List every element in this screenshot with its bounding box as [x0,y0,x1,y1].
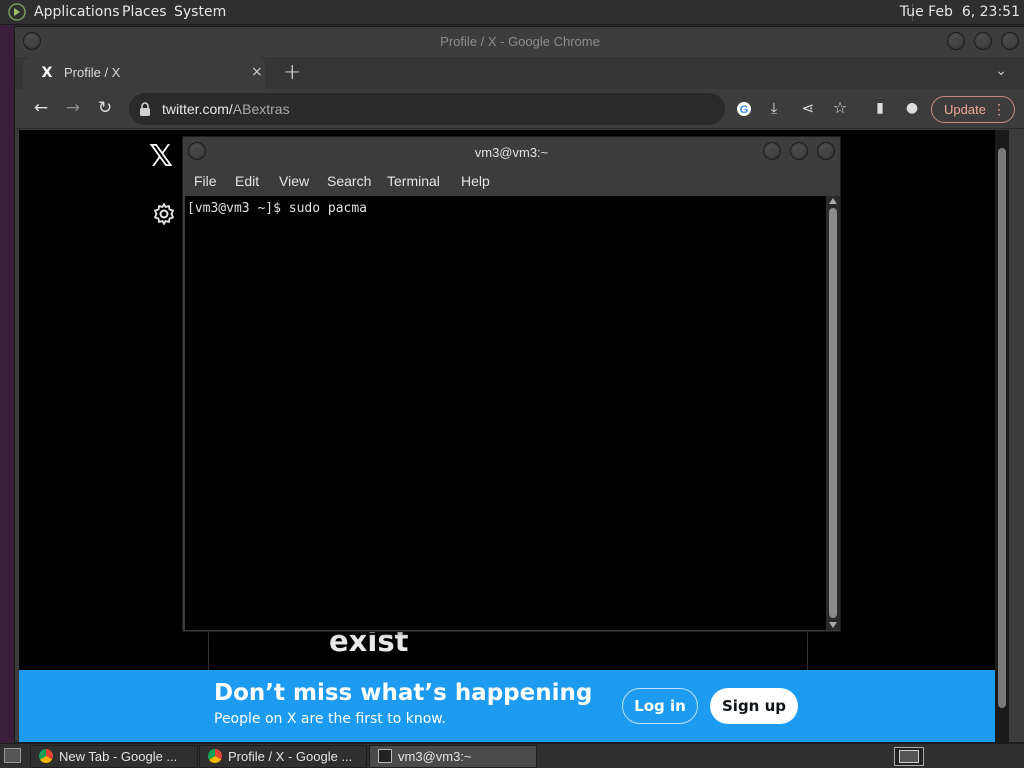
chrome-icon [208,749,222,763]
terminal-window: vm3@vm3:~ File Edit View Search Terminal… [182,136,841,632]
google-lens-icon[interactable]: G [736,101,752,117]
terminal-menu-search[interactable]: Search [327,173,371,189]
taskbar-item-profile-x[interactable]: Profile / X - Google ... [199,745,367,768]
scroll-down-arrow-icon[interactable] [829,622,837,628]
taskbar-item-label: Profile / X - Google ... [228,749,353,764]
terminal-maximize-button[interactable] [790,142,808,160]
banner-subtitle: People on X are the first to know. [214,711,446,727]
tab-search-chevron-icon[interactable]: ⌄ [995,63,1007,79]
terminal-icon [378,749,392,763]
taskbar-item-label: New Tab - Google ... [59,749,178,764]
terminal-menu-terminal[interactable]: Terminal [387,173,440,189]
terminal-scrollbar[interactable] [826,196,840,630]
signup-button[interactable]: Sign up [710,688,798,724]
url-text: twitter.com/ABextras [162,101,290,117]
share-icon[interactable]: ⋖ [797,98,819,118]
maximize-button[interactable] [974,32,992,50]
back-button[interactable]: ← [30,98,52,118]
terminal-menu-file[interactable]: File [194,173,217,189]
distro-logo-icon[interactable] [7,3,27,21]
side-panel-icon[interactable]: ▮ [869,98,891,118]
terminal-menu-edit[interactable]: Edit [235,173,259,189]
new-tab-button[interactable]: + [283,60,301,85]
chrome-icon [39,749,53,763]
terminal-titlebar[interactable]: vm3@vm3:~ [183,137,840,167]
page-scrollbar-thumb[interactable] [998,148,1006,708]
minimize-button[interactable] [947,32,965,50]
terminal-menu-view[interactable]: View [279,173,309,189]
terminal-title: vm3@vm3:~ [474,145,549,160]
workspace-switcher[interactable] [894,747,924,766]
top-panel: Applications Places System Tue Feb 6, 23… [0,0,1024,25]
x-logo[interactable]: 𝕏 [149,139,173,174]
lock-icon[interactable] [139,102,151,116]
terminal-minimize-button[interactable] [763,142,781,160]
show-desktop-icon[interactable] [4,748,21,763]
taskbar-item-new-tab[interactable]: New Tab - Google ... [30,745,198,768]
update-label: Update [944,102,986,117]
workspace-window-preview [899,750,919,763]
taskbar-item-terminal[interactable]: vm3@vm3:~ [369,745,537,768]
address-bar[interactable]: twitter.com/ABextras G [129,93,751,125]
terminal-output[interactable]: [vm3@vm3 ~]$ sudo pacma [185,196,826,630]
tab-close-icon[interactable]: × [251,64,263,80]
terminal-scrollbar-thumb[interactable] [829,208,837,618]
menu-system[interactable]: System [174,4,226,20]
forward-button[interactable]: → [62,98,84,118]
tab-profile-x[interactable]: X Profile / X × [23,57,265,89]
banner-title: Don’t miss what’s happening [214,680,593,706]
bookmark-star-icon[interactable]: ☆ [829,98,851,118]
chrome-titlebar[interactable]: Profile / X - Google Chrome [15,27,1024,57]
timeline-column [208,630,808,670]
install-app-icon[interactable]: ⤓ [763,98,785,118]
terminal-menu-help[interactable]: Help [461,173,490,189]
profile-avatar-icon[interactable]: ● [901,98,923,118]
svg-text:G: G [740,104,749,116]
update-button[interactable]: Update ⋮ [931,96,1015,123]
scroll-up-arrow-icon[interactable] [829,198,837,204]
tab-title: Profile / X [64,65,121,80]
tab-strip: X Profile / X × + ⌄ [15,57,1024,89]
browser-toolbar: ← → ↻ twitter.com/ABextras G ⤓ ⋖ ☆ ▮ ● U… [15,89,1024,129]
clock[interactable]: Tue Feb 6, 23:51 [900,4,1020,20]
more-menu-icon[interactable]: ⋮ [992,97,1006,122]
page-scrollbar[interactable] [995,130,1009,742]
terminal-menubar: File Edit View Search Terminal Help [183,167,840,195]
menu-applications[interactable]: Applications [34,4,120,20]
terminal-close-button[interactable] [817,142,835,160]
close-button[interactable] [1001,32,1019,50]
signup-banner: Don’t miss what’s happening People on X … [19,670,1009,742]
login-button[interactable]: Log in [622,688,698,724]
reload-button[interactable]: ↻ [94,98,116,118]
gear-icon[interactable] [152,202,176,226]
menu-places[interactable]: Places [122,4,167,20]
taskbar-item-label: vm3@vm3:~ [398,749,472,764]
bottom-taskbar: New Tab - Google ... Profile / X - Googl… [0,743,1024,768]
x-favicon-icon: X [41,65,53,81]
chrome-window-title: Profile / X - Google Chrome [440,34,600,49]
terminal-command-line: [vm3@vm3 ~]$ sudo pacma [187,201,368,216]
